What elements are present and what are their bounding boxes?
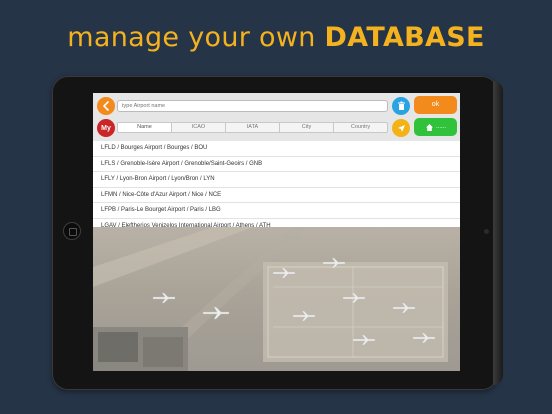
headline: manage your own DATABASE bbox=[0, 22, 552, 53]
list-item[interactable]: LFPB / Paris-Le Bourget Airport / Paris … bbox=[93, 203, 460, 219]
list-item[interactable]: LFLS / Grenoble-Isère Airport / Grenoble… bbox=[93, 157, 460, 172]
trash-icon bbox=[397, 101, 405, 110]
add-button[interactable]: ...... bbox=[414, 118, 457, 136]
my-button[interactable]: My bbox=[97, 119, 115, 137]
map-imagery bbox=[93, 227, 448, 371]
list-item[interactable]: LFLY / Lyon-Bron Airport / Lyon/Bron / L… bbox=[93, 172, 460, 188]
list-item[interactable]: LFLD / Bourges Airport / Bourges / BOU bbox=[93, 141, 460, 157]
ok-button[interactable]: ok bbox=[414, 96, 457, 114]
search-field-selector: Name ICAO IATA City Country bbox=[117, 122, 388, 133]
segment-iata[interactable]: IATA bbox=[226, 123, 280, 132]
chevron-left-icon bbox=[102, 101, 109, 111]
headline-light: manage your own bbox=[67, 22, 316, 53]
ipad-side bbox=[493, 81, 503, 385]
toolbar: ok My Name ICAO IATA City Country ...... bbox=[93, 93, 460, 141]
segment-name[interactable]: Name bbox=[118, 123, 172, 132]
satellite-map[interactable] bbox=[93, 227, 460, 371]
headline-bold: DATABASE bbox=[324, 22, 485, 53]
delete-button[interactable] bbox=[392, 97, 410, 115]
home-button bbox=[63, 222, 81, 240]
location-arrow-icon bbox=[397, 124, 405, 132]
back-button[interactable] bbox=[97, 97, 115, 115]
app-screen: ok My Name ICAO IATA City Country ......… bbox=[93, 93, 460, 371]
home-icon bbox=[425, 123, 433, 131]
locate-button[interactable] bbox=[392, 119, 410, 137]
add-button-label: ...... bbox=[435, 124, 446, 130]
segment-country[interactable]: Country bbox=[334, 123, 387, 132]
camera bbox=[484, 229, 489, 234]
list-item[interactable]: LFMN / Nice-Côte d'Azur Airport / Nice /… bbox=[93, 188, 460, 203]
segment-city[interactable]: City bbox=[280, 123, 334, 132]
search-input[interactable] bbox=[117, 100, 388, 112]
segment-icao[interactable]: ICAO bbox=[172, 123, 226, 132]
airport-list: LFLD / Bourges Airport / Bourges / BOU L… bbox=[93, 141, 460, 234]
